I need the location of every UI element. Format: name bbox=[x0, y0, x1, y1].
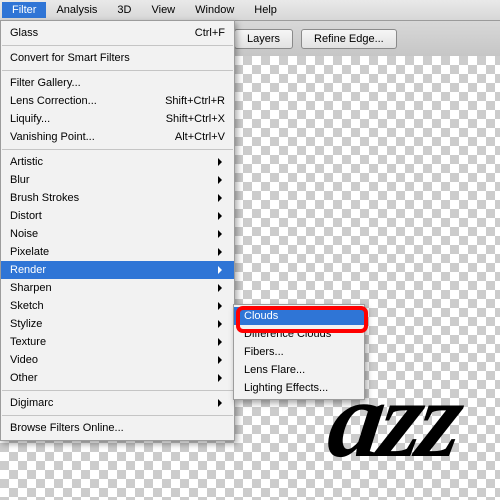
menu-item-sharpen[interactable]: Sharpen bbox=[1, 279, 234, 297]
menu-item-video[interactable]: Video bbox=[1, 351, 234, 369]
menu-item-label: Filter Gallery... bbox=[10, 77, 225, 89]
menu-filter[interactable]: Filter bbox=[2, 2, 46, 18]
menu-item-label: Noise bbox=[10, 228, 225, 240]
menu-shortcut: Alt+Ctrl+V bbox=[175, 131, 225, 143]
menu-item-noise[interactable]: Noise bbox=[1, 225, 234, 243]
submenu-item-difference-clouds[interactable]: Difference Clouds bbox=[234, 325, 364, 343]
menu-3d[interactable]: 3D bbox=[107, 2, 141, 18]
menu-item-label: Glass bbox=[10, 27, 195, 39]
menu-analysis[interactable]: Analysis bbox=[46, 2, 107, 18]
menu-item-digimarc[interactable]: Digimarc bbox=[1, 394, 234, 412]
menu-item-browse-filters-online[interactable]: Browse Filters Online... bbox=[1, 419, 234, 437]
menubar: FilterAnalysis3DViewWindowHelp bbox=[0, 0, 500, 21]
menu-item-sketch[interactable]: Sketch bbox=[1, 297, 234, 315]
menu-item-stylize[interactable]: Stylize bbox=[1, 315, 234, 333]
menu-item-glass[interactable]: GlassCtrl+F bbox=[1, 24, 234, 42]
menu-item-convert-for-smart-filters[interactable]: Convert for Smart Filters bbox=[1, 49, 234, 67]
layers-button[interactable]: Layers bbox=[234, 29, 293, 49]
submenu-item-lighting-effects[interactable]: Lighting Effects... bbox=[234, 379, 364, 397]
menu-item-label: Digimarc bbox=[10, 397, 225, 409]
menu-shortcut: Ctrl+F bbox=[195, 27, 225, 39]
menu-item-vanishing-point[interactable]: Vanishing Point...Alt+Ctrl+V bbox=[1, 128, 234, 146]
menu-item-texture[interactable]: Texture bbox=[1, 333, 234, 351]
menu-item-label: Video bbox=[10, 354, 225, 366]
menu-item-label: Vanishing Point... bbox=[10, 131, 175, 143]
menu-item-label: Sharpen bbox=[10, 282, 225, 294]
menu-separator bbox=[2, 45, 233, 46]
menu-separator bbox=[2, 70, 233, 71]
menu-item-other[interactable]: Other bbox=[1, 369, 234, 387]
menu-separator bbox=[2, 149, 233, 150]
menu-item-label: Brush Strokes bbox=[10, 192, 225, 204]
menu-item-label: Liquify... bbox=[10, 113, 166, 125]
menu-separator bbox=[2, 390, 233, 391]
submenu-item-fibers[interactable]: Fibers... bbox=[234, 343, 364, 361]
menu-item-label: Browse Filters Online... bbox=[10, 422, 225, 434]
render-submenu: CloudsDifference CloudsFibers...Lens Fla… bbox=[233, 304, 365, 400]
menu-window[interactable]: Window bbox=[185, 2, 244, 18]
menu-item-artistic[interactable]: Artistic bbox=[1, 153, 234, 171]
menu-item-label: Distort bbox=[10, 210, 225, 222]
menu-item-filter-gallery[interactable]: Filter Gallery... bbox=[1, 74, 234, 92]
menu-item-label: Blur bbox=[10, 174, 225, 186]
menu-item-label: Texture bbox=[10, 336, 225, 348]
menu-item-lens-correction[interactable]: Lens Correction...Shift+Ctrl+R bbox=[1, 92, 234, 110]
menu-item-label: Lens Correction... bbox=[10, 95, 165, 107]
menu-item-label: Render bbox=[10, 264, 225, 276]
menu-item-liquify[interactable]: Liquify...Shift+Ctrl+X bbox=[1, 110, 234, 128]
menu-item-pixelate[interactable]: Pixelate bbox=[1, 243, 234, 261]
menu-item-label: Stylize bbox=[10, 318, 225, 330]
menu-separator bbox=[2, 415, 233, 416]
menu-item-render[interactable]: Render bbox=[1, 261, 234, 279]
menu-item-blur[interactable]: Blur bbox=[1, 171, 234, 189]
menu-item-label: Artistic bbox=[10, 156, 225, 168]
menu-help[interactable]: Help bbox=[244, 2, 287, 18]
menu-view[interactable]: View bbox=[141, 2, 185, 18]
menu-item-brush-strokes[interactable]: Brush Strokes bbox=[1, 189, 234, 207]
menu-shortcut: Shift+Ctrl+R bbox=[165, 95, 225, 107]
submenu-item-lens-flare[interactable]: Lens Flare... bbox=[234, 361, 364, 379]
menu-item-label: Other bbox=[10, 372, 225, 384]
menu-item-label: Convert for Smart Filters bbox=[10, 52, 225, 64]
submenu-item-clouds[interactable]: Clouds bbox=[234, 307, 364, 325]
refine-edge-button[interactable]: Refine Edge... bbox=[301, 29, 397, 49]
menu-item-distort[interactable]: Distort bbox=[1, 207, 234, 225]
menu-item-label: Pixelate bbox=[10, 246, 225, 258]
filter-menu: GlassCtrl+F Convert for Smart Filters Filt… bbox=[0, 20, 235, 441]
menu-item-label: Sketch bbox=[10, 300, 225, 312]
menu-shortcut: Shift+Ctrl+X bbox=[166, 113, 225, 125]
